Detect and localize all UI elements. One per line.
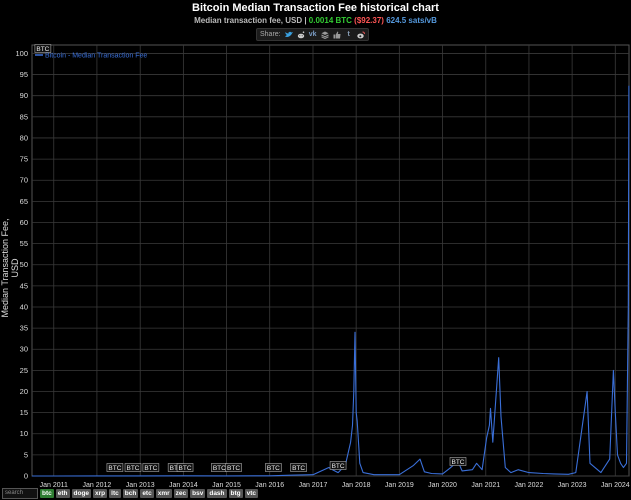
coin-button-etc[interactable]: etc (140, 488, 154, 498)
y-tick-label: 55 (20, 239, 28, 248)
coin-button-btg[interactable]: btg (228, 488, 243, 498)
y-tick-label: 90 (20, 91, 28, 100)
x-tick-label: Jan 2023 (558, 482, 587, 489)
coin-button-ltc[interactable]: ltc (109, 488, 121, 498)
y-tick-label: 20 (20, 387, 28, 396)
coin-search-input[interactable]: search (2, 487, 38, 499)
y-tick-label: 95 (20, 70, 28, 79)
y-tick-label: 40 (20, 302, 28, 311)
annotation-label: BTC (292, 465, 305, 472)
coin-button-bsv[interactable]: bsv (190, 488, 206, 498)
x-tick-label: Jan 2017 (299, 482, 328, 489)
annotation-label: BTC (108, 465, 121, 472)
coin-button-xrp[interactable]: xrp (93, 488, 108, 498)
annotation-label: BTC (144, 465, 157, 472)
y-tick-label: 85 (20, 112, 28, 121)
y-tick-label: 35 (20, 324, 28, 333)
y-tick-label: 50 (20, 260, 28, 269)
x-tick-label: Jan 2024 (601, 482, 630, 489)
fee-line-chart[interactable]: 0 5 10 15 20 25 30 35 40 45 50 55 60 65 70 75 80 85 90 95 10… (0, 0, 631, 500)
bottom-toolbar: search btc eth doge xrp ltc bch etc xmr zec bsv da… (2, 487, 259, 499)
coin-button-doge[interactable]: doge (71, 488, 92, 498)
y-tick-label: 10 (20, 429, 28, 438)
legend-label: Bitcoin - Median Transaction Fee (45, 53, 147, 60)
annotation-label: BTC (179, 465, 192, 472)
annotation-label: BTC (267, 465, 280, 472)
coin-button-zec[interactable]: zec (173, 488, 189, 498)
y-tick-label: 25 (20, 366, 28, 375)
annotation-label: BTC (126, 465, 139, 472)
annotation-label: BTC (227, 465, 240, 472)
y-tick-label: 100 (15, 49, 28, 58)
annotation-label: BTC (213, 465, 226, 472)
y-tick-label: 30 (20, 345, 28, 354)
coin-button-btc[interactable]: btc (40, 488, 54, 498)
x-tick-label: Jan 2018 (342, 482, 371, 489)
x-tick-label: Jan 2021 (471, 482, 500, 489)
coin-button-eth[interactable]: eth (55, 488, 70, 498)
annotation-label: BTC (332, 463, 345, 470)
annotation-label: BTC (451, 459, 464, 466)
y-tick-label: 15 (20, 408, 28, 417)
y-tick-label: 65 (20, 197, 28, 206)
y-tick-label: 45 (20, 281, 28, 290)
plot-area (31, 44, 630, 477)
x-tick-label: Jan 2022 (515, 482, 544, 489)
x-tick-label: Jan 2019 (385, 482, 414, 489)
x-tick-label: Jan 2020 (428, 482, 457, 489)
y-tick-label: 70 (20, 176, 28, 185)
annotation-label: BTC (36, 46, 49, 53)
x-tick-label: Jan 2016 (255, 482, 284, 489)
y-tick-label: 60 (20, 218, 28, 227)
coin-list: btc eth doge xrp ltc bch etc xmr zec bsv dash btg vt… (40, 488, 259, 498)
coin-button-bch[interactable]: bch (122, 488, 139, 498)
coin-button-dash[interactable]: dash (207, 488, 227, 498)
y-tick-label: 0 (24, 472, 28, 481)
y-tick-label: 80 (20, 133, 28, 142)
y-tick-label: 5 (24, 450, 28, 459)
coin-button-xmr[interactable]: xmr (155, 488, 172, 498)
y-tick-label: 75 (20, 155, 28, 164)
coin-button-vtc[interactable]: vtc (244, 488, 259, 498)
